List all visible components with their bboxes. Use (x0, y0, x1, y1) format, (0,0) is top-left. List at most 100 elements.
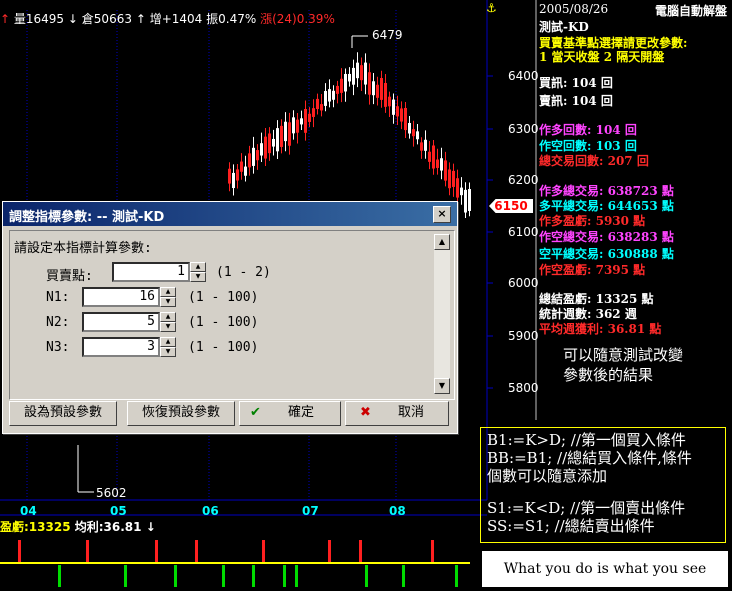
ok-button[interactable]: ✔ 確定 (239, 401, 341, 426)
n2-input[interactable]: 5 (82, 312, 160, 332)
candle-body (420, 142, 423, 151)
indicator-params-dialog: 調整指標參數: -- 測試-KD × 請設定本指標計算參數: 買賣點: 1 ▲ ▼… (2, 201, 458, 434)
spin-up-icon[interactable]: ▲ (160, 337, 176, 347)
current-price-marker: 6150 (489, 199, 533, 213)
restore-default-button[interactable]: 恢復預設參數 (127, 401, 235, 426)
long-count: 作多回數: 104 回 (539, 123, 637, 137)
candle-body (232, 172, 235, 189)
buy-signal-bar (283, 565, 286, 587)
buy-signal-bar (455, 565, 458, 587)
price-tick: 6000 (508, 276, 539, 290)
spin-up-icon[interactable]: ▲ (190, 262, 206, 272)
candle-body (256, 150, 259, 161)
candle-body (412, 129, 415, 137)
candle-body (340, 78, 343, 93)
candle-body (316, 98, 319, 110)
candle-body (444, 160, 447, 181)
spin-down-icon[interactable]: ▼ (160, 347, 176, 357)
change-value: 漲(24)0.39% (260, 12, 335, 26)
candle-body (296, 119, 299, 133)
spinner[interactable]: ▲ ▼ (160, 287, 176, 307)
checkmark-icon: ✔ (250, 405, 261, 420)
price-tick: 5800 (508, 381, 539, 395)
sell-signal-bar (86, 540, 89, 562)
spin-up-icon[interactable]: ▲ (160, 312, 176, 322)
spin-down-icon[interactable]: ▼ (190, 272, 206, 282)
candle-body (300, 118, 303, 125)
hint-line: 1 當天收盤 2 隔天開盤 (539, 50, 665, 64)
candle-body (268, 133, 271, 154)
candle-body (336, 85, 339, 94)
candle-body (416, 131, 419, 140)
trading-app-window: ↑ 量16495 ↓ 倉50663 ↑ 增+1404 振0.47% 漲(24)0… (0, 0, 732, 591)
spinner[interactable]: ▲ ▼ (160, 337, 176, 357)
candle-body (284, 121, 287, 142)
n3-input[interactable]: 3 (82, 337, 160, 357)
candle-body (452, 170, 455, 187)
candle-body (252, 147, 255, 166)
ok-label: 確定 (288, 405, 315, 420)
sell-signal-bar (262, 540, 265, 562)
candle-body (448, 169, 451, 189)
param-range: (1 - 100) (188, 340, 259, 355)
n1-input[interactable]: 16 (82, 287, 160, 307)
candle-body (332, 90, 335, 100)
candle-body (244, 166, 247, 176)
anchor-icon: ⚓ (486, 1, 497, 15)
candle-body (248, 153, 251, 168)
total-count: 總交易回數: 207 回 (539, 154, 649, 168)
candle-body (344, 73, 347, 92)
scroll-down-icon[interactable]: ▼ (434, 378, 450, 394)
param-range: (1 - 100) (188, 315, 259, 330)
spin-down-icon[interactable]: ▼ (160, 322, 176, 332)
candle-body (312, 108, 315, 117)
spin-up-icon[interactable]: ▲ (160, 287, 176, 297)
price-tick: 5900 (508, 329, 539, 343)
scroll-up-icon[interactable]: ▲ (434, 234, 450, 250)
auto-analysis-panel: 2005/08/26 電腦自動解盤 測試-KD 買賣基準點選擇請更改參數: 1 … (537, 0, 732, 395)
buy-sell-point-input[interactable]: 1 (112, 262, 190, 282)
vertical-scrollbar[interactable]: ▲ ▼ (434, 234, 450, 394)
candle-body (376, 84, 379, 98)
param-label: N2: (46, 315, 70, 330)
candle-body (408, 122, 411, 134)
candle-body (292, 117, 295, 134)
candle-body (324, 91, 327, 106)
spin-down-icon[interactable]: ▼ (160, 297, 176, 307)
buy-signal-bar (295, 565, 298, 587)
spinner[interactable]: ▲ ▼ (190, 262, 206, 282)
param-range: (1 - 2) (216, 265, 271, 280)
candle-body (236, 169, 239, 181)
candle-body (440, 158, 443, 171)
buy-signal-bar (174, 565, 177, 587)
formula-line: BB:=B1; //總結買入條件,條件 (487, 449, 692, 467)
avg-profit-stat: 均利:36.81 (74, 520, 142, 534)
high-price-label: 6479 (372, 28, 403, 42)
params-prompt: 請設定本指標計算參數: (14, 241, 152, 256)
param-range: (1 - 100) (188, 290, 259, 305)
sell-signal-count: 賣訊: 104 回 (539, 94, 613, 108)
buy-signal-bar (402, 565, 405, 587)
annotation-note: 可以隨意測試改變 參數後的結果 (545, 345, 725, 395)
sell-signal-bar (18, 540, 21, 562)
buy-signal-bar (252, 565, 255, 587)
indicator-stats: 盈虧:13325 均利:36.81 ↓ (0, 518, 156, 535)
month-label: 06 (202, 504, 219, 518)
candle-body (384, 83, 387, 107)
candle-body (228, 168, 231, 184)
month-label: 05 (110, 504, 127, 518)
set-default-button[interactable]: 設為預設參數 (9, 401, 117, 426)
spinner[interactable]: ▲ ▼ (160, 312, 176, 332)
volume-value: 量16495 (13, 12, 65, 26)
short-close-total: 空平總交易: 630888 點 (539, 247, 674, 261)
cancel-button[interactable]: ✖ 取消 (345, 401, 449, 426)
close-button[interactable]: × (433, 206, 451, 223)
slogan-box: What you do is what you see (482, 551, 728, 587)
test-name: 測試-KD (539, 20, 589, 34)
buy-signal-bar (124, 565, 127, 587)
candle-body (348, 73, 351, 82)
long-profit: 作多盈虧: 5930 點 (539, 214, 646, 228)
quote-ticker: ↑ 量16495 ↓ 倉50663 ↑ 增+1404 振0.47% 漲(24)0… (0, 10, 335, 27)
dialog-titlebar[interactable]: 調整指標參數: -- 測試-KD × (3, 202, 457, 226)
formula-line: 個數可以隨意添加 (487, 467, 608, 485)
